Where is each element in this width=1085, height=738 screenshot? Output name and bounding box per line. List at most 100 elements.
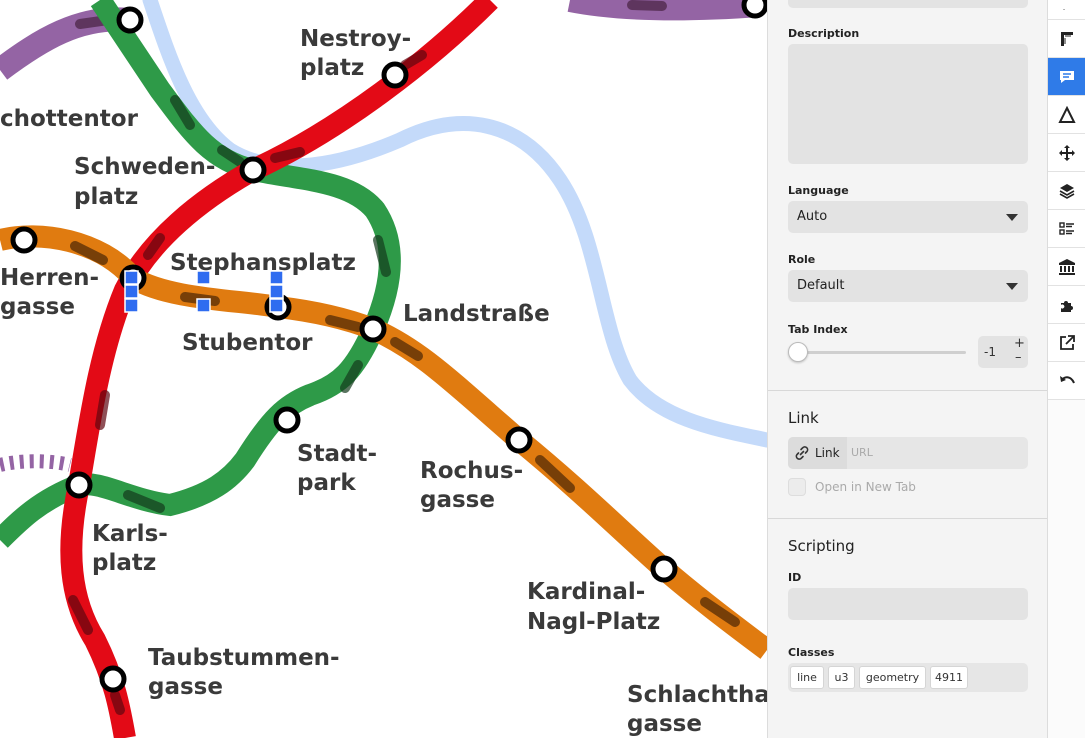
role-select[interactable]: Default	[788, 270, 1028, 302]
ruler-icon	[1061, 31, 1073, 46]
station-marker[interactable]	[273, 406, 301, 434]
station-marker[interactable]	[239, 156, 267, 184]
station-marker[interactable]	[116, 6, 144, 34]
link-icon	[795, 446, 809, 460]
previous-field-box[interactable]	[788, 0, 1028, 8]
station-label-herrengasse: Herren-	[0, 265, 99, 291]
station-label-taubstummengasse-2: gasse	[148, 674, 223, 700]
class-tag[interactable]: u3	[828, 666, 855, 689]
external-link-icon	[1060, 334, 1075, 350]
line-u1-dash-4	[95, 390, 110, 430]
station-label-schlachthausgasse-2: gasse	[627, 711, 702, 737]
increment-button[interactable]: +	[1014, 336, 1025, 351]
section-divider	[768, 518, 1047, 519]
line-u2-dash-2	[627, 0, 667, 11]
id-label: ID	[788, 571, 802, 584]
properties-panel: Description Language Auto Role Default T…	[767, 0, 1047, 738]
list-icon	[1059, 221, 1074, 235]
link-field[interactable]: Link URL	[788, 437, 1028, 469]
open-new-tab-label: Open in New Tab	[815, 480, 916, 494]
list-tool[interactable]	[1048, 210, 1085, 248]
tab-index-stepper[interactable]: -1 + –	[978, 336, 1028, 368]
right-toolbar: A	[1047, 0, 1085, 738]
station-label-stephansplatz: Stephansplatz	[170, 250, 356, 276]
move-tool[interactable]	[1048, 134, 1085, 172]
station-label-stadtpark-2: park	[297, 470, 356, 496]
metro-map[interactable]: chottentor Nestroy- platz Schweden- plat…	[0, 0, 767, 738]
station-marker[interactable]	[10, 226, 38, 254]
text-style-icon: A	[1058, 8, 1070, 10]
section-divider	[768, 390, 1047, 391]
description-textarea[interactable]	[788, 44, 1028, 164]
role-label: Role	[788, 253, 816, 266]
language-select[interactable]: Auto	[788, 201, 1028, 233]
link-button[interactable]: Link	[788, 437, 847, 469]
undo-icon	[1060, 375, 1075, 383]
undo-tool[interactable]	[1048, 362, 1085, 400]
station-marker[interactable]	[99, 665, 127, 693]
station-marker[interactable]	[650, 555, 678, 583]
tab-index-label: Tab Index	[788, 323, 848, 336]
station-label-schwedenplatz: Schweden-	[74, 154, 215, 180]
station-label-kardinal-nagl-platz: Kardinal-	[527, 579, 645, 605]
class-tag[interactable]: line	[790, 666, 824, 689]
station-marker[interactable]	[359, 315, 387, 343]
triangle-icon	[1058, 105, 1076, 123]
station-label-rochusgasse: Rochus-	[420, 458, 523, 484]
layers-tool[interactable]	[1048, 172, 1085, 210]
move-icon	[1059, 144, 1075, 161]
external-link-tool[interactable]	[1048, 324, 1085, 362]
station-label-kardinal-nagl-platz-2: Nagl-Platz	[527, 609, 660, 635]
line-u3-dash-3	[325, 315, 363, 332]
line-u2-partial-arc	[0, 454, 72, 472]
station-label-stadtpark: Stadt-	[297, 441, 377, 467]
bank-tool[interactable]	[1048, 248, 1085, 286]
tab-index-value: -1	[984, 345, 996, 359]
decrement-button[interactable]: –	[1015, 350, 1022, 365]
svg-text:A: A	[1058, 8, 1070, 10]
classes-field[interactable]: line u3 geometry 4911	[788, 663, 1028, 692]
id-input[interactable]	[788, 588, 1028, 620]
open-new-tab-checkbox[interactable]	[788, 478, 806, 496]
station-marker[interactable]	[505, 426, 533, 454]
class-tag[interactable]: geometry	[859, 666, 926, 689]
station-label-schlachthausgasse: Schlachthau	[627, 682, 767, 708]
puzzle-icon	[1061, 300, 1073, 312]
puzzle-tool[interactable]	[1048, 286, 1085, 324]
chevron-down-icon	[1006, 283, 1018, 290]
bank-icon	[1059, 258, 1075, 275]
text-style-tool[interactable]: A	[1048, 0, 1085, 20]
tab-index-slider-handle[interactable]	[788, 342, 808, 362]
chevron-down-icon	[1006, 214, 1018, 221]
accessibility-tool[interactable]	[1048, 58, 1085, 96]
line-u1-dash-2	[270, 147, 305, 163]
tab-index-slider-track[interactable]	[798, 351, 966, 354]
role-value: Default	[797, 278, 845, 293]
station-label-herrengasse-2: gasse	[0, 294, 75, 320]
station-marker[interactable]	[381, 61, 409, 89]
station-label-taubstummengasse: Taubstummen-	[148, 645, 340, 671]
station-label-karlsplatz-2: platz	[92, 550, 156, 576]
scripting-section-title: Scripting	[788, 537, 855, 555]
station-label-nestroyplatz: Nestroy-	[300, 26, 411, 52]
map-canvas[interactable]: chottentor Nestroy- platz Schweden- plat…	[0, 0, 767, 738]
station-label-nestroyplatz-2: platz	[300, 55, 364, 81]
url-input[interactable]: URL	[851, 446, 873, 459]
description-label: Description	[788, 27, 860, 40]
ruler-tool[interactable]	[1048, 20, 1085, 58]
layers-icon	[1059, 183, 1075, 199]
class-tag[interactable]: 4911	[930, 666, 968, 689]
comment-icon	[1060, 70, 1074, 83]
link-button-label: Link	[815, 446, 840, 460]
triangle-tool[interactable]	[1048, 96, 1085, 134]
station-label-landstrasse: Landstraße	[403, 301, 550, 327]
station-marker[interactable]	[741, 0, 767, 19]
station-marker[interactable]	[65, 471, 93, 499]
link-section-title: Link	[788, 409, 819, 427]
classes-label: Classes	[788, 646, 835, 659]
language-value: Auto	[797, 209, 828, 224]
station-label-karlsplatz: Karls-	[92, 521, 168, 547]
station-label-stubentor: Stubentor	[182, 330, 313, 356]
station-label-schottentor: chottentor	[0, 106, 139, 132]
station-label-rochusgasse-2: gasse	[420, 487, 495, 513]
